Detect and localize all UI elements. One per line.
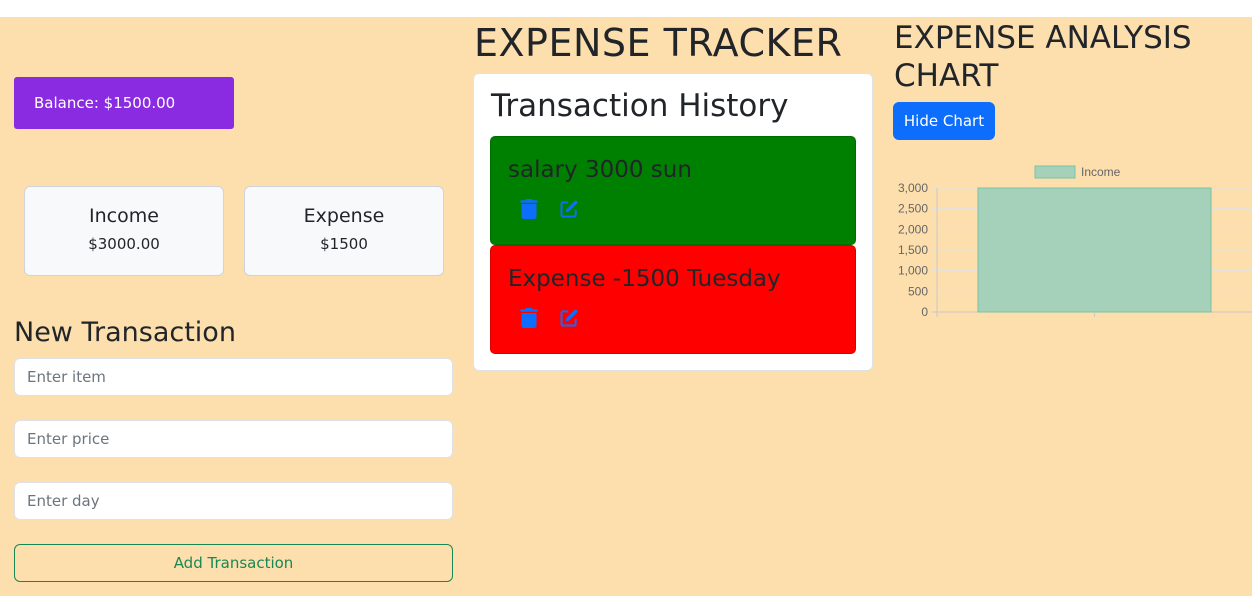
y-tick-label: 2,000 — [898, 222, 928, 236]
income-value: $3000.00 — [88, 235, 160, 253]
chart-title-line1: EXPENSE ANALYSIS — [894, 20, 1192, 56]
y-tick-label: 3,000 — [898, 181, 928, 195]
transaction-item: salary 3000 sun — [490, 136, 856, 245]
transaction-item: Expense -1500 Tuesday — [490, 245, 856, 354]
add-transaction-button[interactable]: Add Transaction — [14, 544, 453, 582]
expense-title: Expense — [303, 205, 385, 227]
app-container: Balance: $1500.00 Income $3000.00 Expens… — [0, 17, 1252, 596]
income-bar-chart: 0 500 1,000 1,500 2,000 2,500 3,000 sun Income — [898, 165, 1252, 327]
trash-icon[interactable] — [519, 199, 539, 219]
history-title: Transaction History — [491, 88, 789, 124]
balance-label: Balance: $1500.00 — [34, 94, 176, 112]
legend-swatch — [1034, 165, 1076, 179]
item-input[interactable] — [14, 358, 453, 396]
legend-label: Income — [1081, 165, 1121, 179]
day-input[interactable] — [14, 482, 453, 520]
hide-chart-button[interactable]: Hide Chart — [893, 102, 995, 140]
balance-badge: Balance: $1500.00 — [14, 77, 234, 129]
price-input[interactable] — [14, 420, 453, 458]
transaction-text: salary 3000 sun — [508, 157, 692, 183]
income-title: Income — [89, 205, 159, 227]
bar — [977, 187, 1212, 313]
chart-title-line2: CHART — [894, 58, 999, 94]
y-tick-label: 500 — [908, 284, 928, 298]
edit-icon[interactable] — [559, 199, 579, 219]
expense-card: Expense $1500 — [244, 186, 444, 276]
y-tick-label: 1,500 — [898, 243, 928, 257]
y-tick-label: 1,000 — [898, 264, 928, 278]
y-tick-label: 2,500 — [898, 202, 928, 216]
y-tick-label: 0 — [921, 305, 928, 319]
new-transaction-title: New Transaction — [14, 317, 236, 348]
app-title: EXPENSE TRACKER — [474, 21, 843, 65]
expense-value: $1500 — [320, 235, 368, 253]
chart-title: EXPENSE ANALYSIS CHART — [894, 19, 1192, 95]
income-card: Income $3000.00 — [24, 186, 224, 276]
transaction-text: Expense -1500 Tuesday — [508, 266, 781, 292]
transaction-history-card: Transaction History salary 3000 sun Expe… — [473, 73, 873, 371]
x-tick-label: sun — [1085, 323, 1104, 327]
trash-icon[interactable] — [519, 308, 539, 328]
edit-icon[interactable] — [559, 308, 579, 328]
